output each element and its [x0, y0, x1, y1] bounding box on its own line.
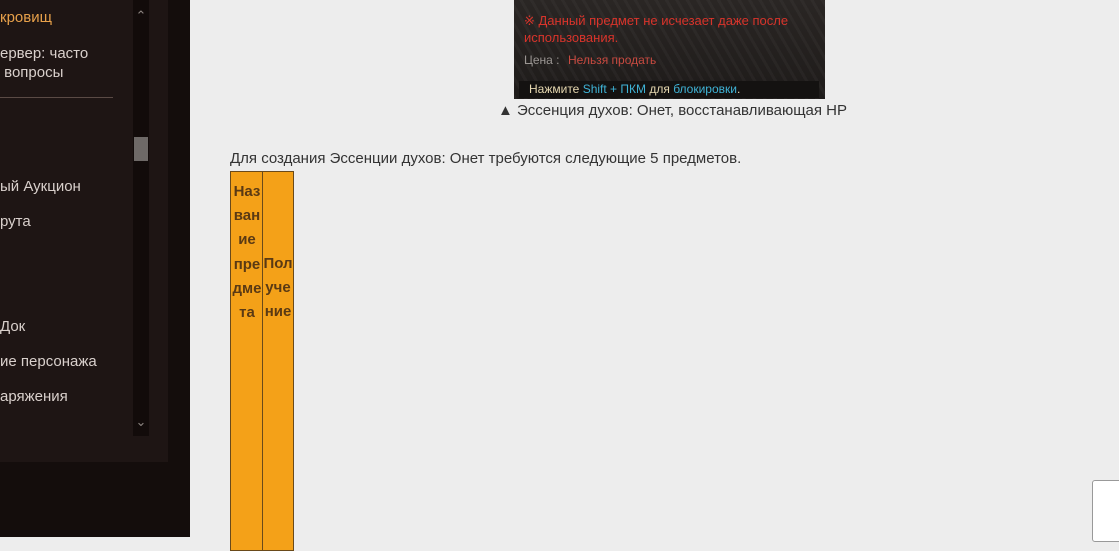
chevron-up-icon[interactable]: ⌃: [133, 6, 149, 26]
table-header-obtain: Получение: [263, 255, 293, 321]
sidebar-menu: кровищ ервер: часто вопросы ый Аукцион р…: [0, 0, 168, 462]
sidebar-item-equipment[interactable]: аряжения: [0, 388, 68, 405]
hint-keys: Shift + ПКМ: [582, 82, 647, 96]
hint-action: блокировки: [673, 82, 737, 96]
sidebar-item-treasures[interactable]: кровищ: [0, 9, 52, 26]
sidebar: кровищ ервер: часто вопросы ый Аукцион р…: [0, 0, 190, 537]
sidebar-item-dock[interactable]: Док: [0, 318, 25, 335]
table-header-item-name: Название предмета: [232, 183, 262, 322]
sidebar-item-server-faq[interactable]: ервер: часто вопросы: [0, 44, 88, 82]
tooltip-price-label: Цена :: [524, 53, 560, 67]
image-caption: ▲ Эссенция духов: Онет, восстанавливающа…: [498, 102, 848, 119]
sidebar-item-auction[interactable]: ый Аукцион: [0, 178, 81, 195]
recipe-table: Название предмета Получение: [230, 171, 294, 551]
tooltip-hint: Нажмите Shift + ПКМ для блокировки.: [529, 82, 740, 96]
hint-middle: для: [646, 82, 674, 96]
scrollbar-thumb[interactable]: [134, 137, 148, 161]
item-tooltip-image: ※ Данный предмет не исчезает даже после …: [514, 0, 825, 99]
chevron-down-icon[interactable]: ⌄: [133, 412, 149, 432]
sidebar-item-character[interactable]: ие персонажа: [0, 353, 97, 370]
tooltip-warning: ※ Данный предмет не исчезает даже после …: [524, 13, 789, 45]
sidebar-scrollbar[interactable]: ⌃ ⌄: [133, 0, 149, 436]
tooltip-price-value: Нельзя продать: [568, 53, 657, 67]
sidebar-divider: [0, 97, 113, 98]
scroll-to-top-widget[interactable]: [1092, 480, 1119, 542]
hint-suffix: .: [736, 82, 741, 96]
table-column-divider: [262, 172, 263, 550]
tooltip-hint-bar: Нажмите Shift + ПКМ для блокировки.: [519, 81, 819, 98]
hint-prefix: Нажмите: [529, 82, 583, 96]
sidebar-item-route[interactable]: рута: [0, 213, 31, 230]
intro-paragraph: Для создания Эссенции духов: Онет требую…: [230, 150, 742, 167]
